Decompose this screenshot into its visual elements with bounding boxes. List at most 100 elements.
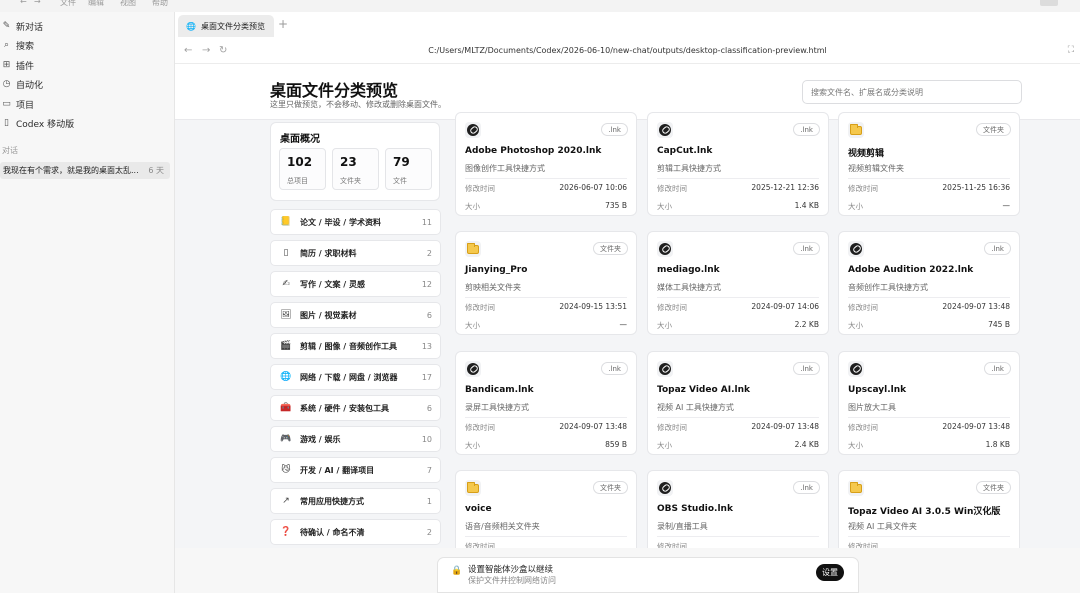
file-card[interactable]: .lnk mediago.lnk 媒体工具快捷方式 修改时间 2024-09-07 14… [647, 231, 829, 335]
file-type-icon [657, 122, 673, 138]
file-card[interactable]: .lnk Adobe Audition 2022.lnk 音频创作工具快捷方式 修改时… [838, 231, 1020, 335]
nav-forward-icon[interactable]: → [34, 0, 41, 6]
address-bar: ← → ↻ C:/Users/MLTZ/Documents/Codex/2026… [175, 39, 1080, 64]
file-type-badge: .lnk [793, 362, 820, 375]
file-type-icon [465, 480, 481, 496]
nav-back-icon[interactable]: ← [20, 0, 27, 6]
file-card[interactable]: 文件夹 视频剪辑 视频剪辑文件夹 修改时间 2025-11-25 16:36 大小 — [838, 112, 1020, 216]
file-description: 音频创作工具快捷方式 [848, 283, 928, 292]
category-item[interactable]: 🌐 网络 / 下载 / 网盘 / 浏览器 17 [270, 364, 441, 390]
file-type-icon [657, 480, 673, 496]
menu-file[interactable]: 文件 [60, 0, 76, 8]
sidebar-chat-item[interactable]: 我现在有个需求，就是我的桌面太乱... 6 天 [0, 162, 170, 179]
category-name: 简历 / 求职材料 [300, 248, 357, 258]
category-icon: ▯ [283, 248, 289, 258]
category-icon: 🌐 [280, 372, 292, 382]
sidebar-item-codex-mobile[interactable]: ▯ Codex 移动版 [2, 114, 74, 132]
file-description: 图片放大工具 [848, 403, 896, 412]
category-icon: ❓ [280, 527, 292, 537]
mtime-row: 修改时间 2026-06-07 10:06 [465, 183, 627, 194]
size-row: 大小 1.8 KB [848, 440, 1010, 451]
file-card[interactable]: .lnk CapCut.lnk 剪辑工具快捷方式 修改时间 2025-12-21 12:… [647, 112, 829, 216]
size-value: — [1002, 201, 1011, 210]
category-count: 12 [421, 279, 432, 289]
file-card[interactable]: .lnk Upscayl.lnk 图片放大工具 修改时间 2024-09-07 13:4… [838, 351, 1020, 455]
category-item[interactable]: ↗ 常用应用快捷方式 1 [270, 488, 441, 514]
card-divider [848, 178, 1010, 179]
file-type-icon [657, 361, 673, 377]
sidebar-item-search[interactable]: ⌕ 搜索 [2, 36, 34, 54]
file-card[interactable]: 文件夹 Jianying_Pro 剪映相关文件夹 修改时间 2024-09-15 13:… [455, 231, 637, 335]
category-item[interactable]: 🎬 剪辑 / 图像 / 音频创作工具 13 [270, 333, 441, 359]
new-tab-button[interactable]: + [278, 17, 288, 31]
file-type-badge: .lnk [601, 123, 628, 136]
menu-view[interactable]: 视图 [120, 0, 136, 8]
setup-button[interactable]: 设置 [816, 564, 844, 581]
mtime-row: 修改时间 2025-11-25 16:36 [848, 183, 1010, 194]
sidebar-item-label: 项目 [16, 100, 35, 111]
sidebar-item-new-chat[interactable]: ✎ 新对话 [2, 17, 43, 35]
category-icon: 🎬 [280, 341, 292, 351]
size-label: 大小 [465, 321, 480, 330]
file-type-badge: 文件夹 [976, 481, 1011, 494]
size-row: 大小 735 B [465, 201, 627, 212]
file-name: Jianying_Pro [465, 265, 528, 275]
file-card[interactable]: .lnk Adobe Photoshop 2020.lnk 图像创作工具快捷方式 修改… [455, 112, 637, 216]
menu-edit[interactable]: 编辑 [88, 0, 104, 8]
mtime-value: 2024-09-07 13:48 [942, 302, 1010, 311]
card-divider [657, 178, 819, 179]
category-count: 6 [426, 403, 432, 413]
mtime-value: 2024-09-07 13:48 [942, 422, 1010, 431]
category-item[interactable]: 🧰 系统 / 硬件 / 安装包工具 6 [270, 395, 441, 421]
category-item[interactable]: ▯ 简历 / 求职材料 2 [270, 240, 441, 266]
sidebar-item-automation[interactable]: ◷ 自动化 [2, 75, 43, 93]
stat-label: 文件 [393, 177, 407, 185]
file-type-badge: 文件夹 [593, 242, 628, 255]
file-type-icon [465, 122, 481, 138]
browser-tab[interactable]: 🌐 桌面文件分类预览 [178, 15, 274, 37]
category-icon: 🖼 [280, 310, 292, 320]
folder-icon [467, 481, 479, 493]
file-type-badge: .lnk [793, 481, 820, 494]
category-icon: ↗ [282, 496, 290, 506]
folder-icon [850, 481, 862, 493]
sandbox-notice: 🔒 设置智能体沙盒以继续 保护文件并控制网络访问 设置 [437, 557, 859, 593]
file-card[interactable]: .lnk Bandicam.lnk 录屏工具快捷方式 修改时间 2024-09-07 1… [455, 351, 637, 455]
category-item[interactable]: ❓ 待确认 / 命名不清 2 [270, 519, 441, 545]
menu-help[interactable]: 帮助 [152, 0, 168, 8]
url-field[interactable]: C:/Users/MLTZ/Documents/Codex/2026-06-10… [175, 46, 1080, 55]
category-item[interactable]: 🎮 游戏 / 娱乐 10 [270, 426, 441, 452]
size-row: 大小 745 B [848, 320, 1010, 331]
file-type-badge: .lnk [793, 242, 820, 255]
size-label: 大小 [848, 321, 863, 330]
mtime-value: 2025-11-25 16:36 [942, 183, 1010, 192]
size-value: 1.8 KB [985, 440, 1010, 449]
file-type-icon [848, 480, 864, 496]
mtime-value: 2024-09-07 14:06 [751, 302, 819, 311]
file-name: mediago.lnk [657, 265, 720, 275]
mtime-label: 修改时间 [848, 184, 878, 193]
stat-folders: 23 文件夹 [332, 148, 379, 190]
mtime-value: 2025-12-21 12:36 [751, 183, 819, 192]
category-item[interactable]: ✍ 写作 / 文案 / 灵感 12 [270, 271, 441, 297]
search-input[interactable]: 搜索文件名、扩展名或分类说明 [802, 80, 1022, 104]
screenshot-icon[interactable]: ⛶ [1068, 45, 1074, 55]
category-item[interactable]: 📒 论文 / 毕设 / 学术资料 11 [270, 209, 441, 235]
category-item[interactable]: 😼 开发 / AI / 翻译项目 7 [270, 457, 441, 483]
size-value: 2.4 KB [794, 440, 819, 449]
mtime-row: 修改时间 2024-09-07 13:48 [848, 422, 1010, 433]
file-type-badge: .lnk [601, 362, 628, 375]
file-type-badge: .lnk [984, 242, 1011, 255]
window-control-button[interactable] [1040, 0, 1058, 6]
sidebar-item-projects[interactable]: ▭ 项目 [2, 95, 34, 113]
sidebar-item-label: 插件 [16, 61, 35, 72]
file-type-badge: 文件夹 [976, 123, 1011, 136]
mtime-row: 修改时间 2024-09-07 13:48 [657, 422, 819, 433]
file-card[interactable]: .lnk Topaz Video AI.lnk 视频 AI 工具快捷方式 修改时间 20… [647, 351, 829, 455]
file-name: CapCut.lnk [657, 146, 713, 156]
file-name: Adobe Photoshop 2020.lnk [465, 146, 602, 156]
link-icon [659, 482, 671, 494]
sidebar-item-plugins[interactable]: ⊞ 插件 [2, 56, 34, 74]
category-item[interactable]: 🖼 图片 / 视觉素材 6 [270, 302, 441, 328]
file-description: 视频剪辑文件夹 [848, 164, 904, 173]
